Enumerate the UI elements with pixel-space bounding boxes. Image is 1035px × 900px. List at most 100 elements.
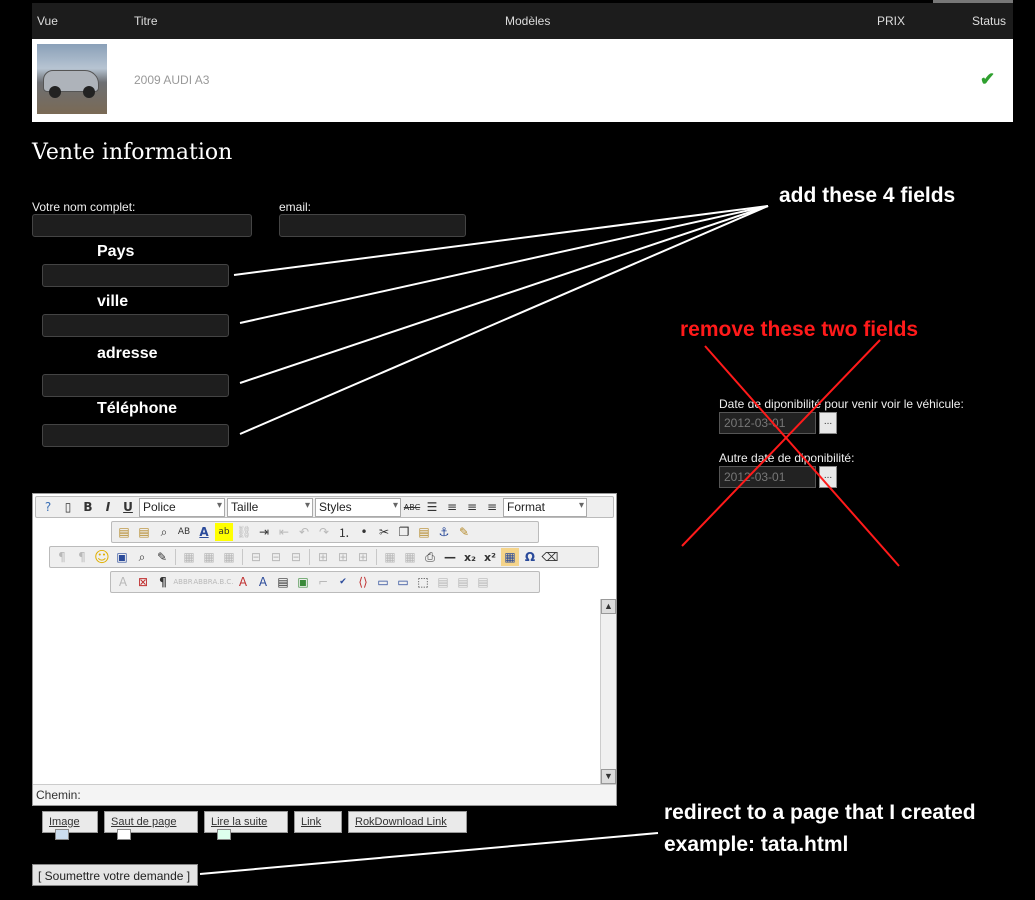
insert-text-icon[interactable]: A xyxy=(254,573,272,591)
ville-field[interactable] xyxy=(42,314,229,337)
date1-field[interactable]: 2012-03-01 xyxy=(719,412,816,434)
template-icon[interactable]: ▭ xyxy=(374,573,392,591)
col-after-icon[interactable]: ⊞ xyxy=(334,548,352,566)
rokdownload-button[interactable]: RokDownload Link xyxy=(348,811,467,833)
fullscreen-icon[interactable]: ▭ xyxy=(394,573,412,591)
text-color-icon[interactable]: A xyxy=(195,523,213,541)
read-more-button[interactable]: Lire la suite xyxy=(204,811,288,840)
cite-icon[interactable]: ⊠ xyxy=(134,573,152,591)
attributes-icon[interactable]: ▤ xyxy=(274,573,292,591)
paste-icon[interactable]: ▤ xyxy=(415,523,433,541)
new-document-icon[interactable]: ▯ xyxy=(59,498,77,516)
email-field[interactable] xyxy=(279,214,466,237)
delete-text-icon[interactable]: A xyxy=(234,573,252,591)
split-cells-icon[interactable]: ▦ xyxy=(381,548,399,566)
layer-forward-icon[interactable]: ▦ xyxy=(200,548,218,566)
delete-row-icon[interactable]: ⊟ xyxy=(287,548,305,566)
table-row[interactable]: 2009 AUDI A3 ✔ xyxy=(32,39,1013,122)
layer-backward-icon[interactable]: ▦ xyxy=(220,548,238,566)
eraser-icon[interactable]: ⌫ xyxy=(541,548,559,566)
merge-cells-icon[interactable]: ▦ xyxy=(401,548,419,566)
size-select[interactable]: Taille xyxy=(227,497,313,517)
rtl-icon[interactable]: ¶ xyxy=(73,548,91,566)
paste-word-icon[interactable]: ▤ xyxy=(135,523,153,541)
italic-icon[interactable]: I xyxy=(99,498,117,516)
adresse-field[interactable] xyxy=(42,374,229,397)
submit-button[interactable]: [ Soumettre votre demande ] xyxy=(32,864,198,886)
cut-icon[interactable]: ✂ xyxy=(375,523,393,541)
abc-icon[interactable]: A.B.C. xyxy=(212,573,233,591)
absolute-icon[interactable]: ▤ xyxy=(434,573,452,591)
image-button-label: Image xyxy=(49,816,80,828)
page-break-button[interactable]: Saut de page xyxy=(104,811,198,840)
help-icon[interactable]: ? xyxy=(39,498,57,516)
align-left-icon[interactable]: ≡ xyxy=(463,498,481,516)
anchor-icon[interactable]: ⚓ xyxy=(435,523,453,541)
superscript-icon[interactable]: x² xyxy=(481,548,499,566)
html-source-icon[interactable]: ⟨⟩ xyxy=(354,573,372,591)
delete-col-icon[interactable]: ⊞ xyxy=(354,548,372,566)
styles-select[interactable]: Styles xyxy=(315,497,401,517)
insert-date-icon[interactable]: ▤ xyxy=(474,573,492,591)
date1-picker-button[interactable]: ... xyxy=(819,412,837,434)
preview-icon[interactable]: ⌕ xyxy=(133,548,151,566)
media-icon[interactable]: ▣ xyxy=(113,548,131,566)
link-button[interactable]: Link xyxy=(294,811,342,833)
align-right-icon[interactable]: ≡ xyxy=(483,498,501,516)
outdent-icon[interactable]: ⇤ xyxy=(275,523,293,541)
editor-scrollbar[interactable]: ▲ ▼ xyxy=(600,599,616,784)
subscript-icon[interactable]: x₂ xyxy=(461,548,479,566)
row-before-icon[interactable]: ⊟ xyxy=(247,548,265,566)
horizontal-rule-icon[interactable]: — xyxy=(441,548,459,566)
bold-icon[interactable]: B xyxy=(79,498,97,516)
scroll-up-icon[interactable]: ▲ xyxy=(601,599,616,614)
special-char-icon[interactable]: Ω xyxy=(521,548,539,566)
pilcrow-icon[interactable]: ¶ xyxy=(154,573,172,591)
highlight-icon[interactable]: ab xyxy=(215,523,233,541)
copy-icon[interactable]: ❐ xyxy=(395,523,413,541)
print-icon[interactable]: ⎙ xyxy=(421,548,439,566)
paste-text-icon[interactable]: ▤ xyxy=(115,523,133,541)
row-after-icon[interactable]: ⊟ xyxy=(267,548,285,566)
indent-icon[interactable]: ⇥ xyxy=(255,523,273,541)
car-thumbnail[interactable] xyxy=(37,44,107,114)
nonbreaking-icon[interactable]: ⌐ xyxy=(314,573,332,591)
align-center-icon[interactable]: ≡ xyxy=(443,498,461,516)
table-icon[interactable]: ▦ xyxy=(501,548,519,566)
pays-field[interactable] xyxy=(42,264,229,287)
format-select[interactable]: Format xyxy=(503,497,587,517)
style-props-icon[interactable]: ▤ xyxy=(454,573,472,591)
redo-icon[interactable]: ↷ xyxy=(315,523,333,541)
edit-css-icon[interactable]: ✎ xyxy=(153,548,171,566)
ordered-list-icon[interactable]: ⒈ xyxy=(335,523,353,541)
emoticon-icon[interactable]: ☺ xyxy=(93,548,111,566)
cleanup-icon[interactable]: ✎ xyxy=(455,523,473,541)
arrow-line-submit xyxy=(199,832,659,875)
editor-content-area[interactable] xyxy=(33,599,600,779)
scroll-down-icon[interactable]: ▼ xyxy=(601,769,616,784)
font-select[interactable]: Police xyxy=(139,497,225,517)
justify-icon[interactable]: ☰ xyxy=(423,498,441,516)
acronym-icon[interactable]: ABBR xyxy=(173,573,192,591)
fullname-field[interactable] xyxy=(32,214,252,237)
strikethrough-icon[interactable]: ABC xyxy=(403,498,421,516)
col-before-icon[interactable]: ⊞ xyxy=(314,548,332,566)
editor-toolbar-row-1: ? ▯ B I U Police Taille Styles ABC ☰ ≡ ≡… xyxy=(35,496,614,518)
insert-layer-icon[interactable]: ▦ xyxy=(180,548,198,566)
visual-aid-icon[interactable]: ⬚ xyxy=(414,573,432,591)
abbr-text-icon[interactable]: ABBR xyxy=(193,573,212,591)
image-insert-icon[interactable]: ▣ xyxy=(294,573,312,591)
spellcheck-icon[interactable]: ✔ xyxy=(334,573,352,591)
unlink-icon[interactable]: ⛓ xyxy=(235,523,253,541)
date2-field[interactable]: 2012-03-01 xyxy=(719,466,816,488)
undo-icon[interactable]: ↶ xyxy=(295,523,313,541)
replace-icon[interactable]: AB xyxy=(175,523,193,541)
underline-icon[interactable]: U xyxy=(119,498,137,516)
date2-picker-button[interactable]: ... xyxy=(819,466,837,488)
abbr-icon[interactable]: A xyxy=(114,573,132,591)
find-icon[interactable]: ⌕ xyxy=(155,523,173,541)
image-button[interactable]: Image xyxy=(42,811,98,840)
bullet-list-icon[interactable]: • xyxy=(355,523,373,541)
telephone-field[interactable] xyxy=(42,424,229,447)
ltr-icon[interactable]: ¶ xyxy=(53,548,71,566)
